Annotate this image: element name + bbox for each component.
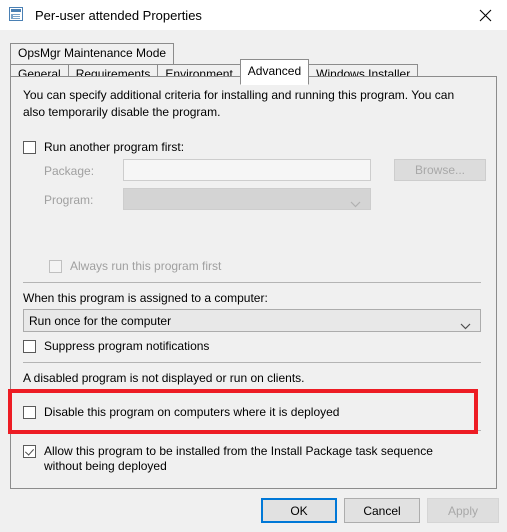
assigned-dropdown[interactable]: Run once for the computer [23,309,481,332]
ok-button[interactable]: OK [261,498,337,523]
always-run-first-checkbox[interactable]: Always run this program first [49,259,221,274]
title-bar: Per-user attended Properties [0,0,507,30]
checkbox-glyph [23,445,36,458]
disable-program-label: Disable this program on computers where … [44,405,340,419]
separator-3 [23,430,481,431]
assigned-label: When this program is assigned to a compu… [23,291,268,305]
disabled-program-note: A disabled program is not displayed or r… [23,371,305,385]
always-run-first-label: Always run this program first [70,259,222,273]
checkbox-glyph [23,406,36,419]
checkbox-glyph [23,141,36,154]
package-label: Package: [44,164,95,178]
assigned-dropdown-value: Run once for the computer [29,313,172,328]
run-another-program-first-checkbox[interactable]: Run another program first: [23,140,184,155]
advanced-description: You can specify additional criteria for … [23,88,455,119]
program-dropdown[interactable] [123,188,371,210]
apply-button[interactable]: Apply [427,498,499,523]
checkbox-glyph [23,340,36,353]
tab-advanced[interactable]: Advanced [239,59,310,85]
separator-2 [23,362,481,363]
allow-task-sequence-label: Allow this program to be installed from … [44,444,433,473]
chevron-down-icon [350,197,361,211]
window-title: Per-user attended Properties [35,7,202,23]
properties-window-icon [9,7,25,23]
chevron-down-icon [460,319,471,333]
checkbox-glyph [49,260,62,273]
run-another-program-first-label: Run another program first: [44,140,185,154]
close-icon[interactable] [463,0,507,30]
dialog-footer: OK Cancel Apply [0,496,507,532]
tab-row-top: OpsMgr Maintenance Mode [10,43,175,64]
suppress-notifications-checkbox[interactable]: Suppress program notifications [23,339,209,354]
dialog-body: OpsMgr Maintenance Mode General Requirem… [0,30,507,532]
suppress-notifications-label: Suppress program notifications [44,339,210,353]
disable-program-checkbox[interactable]: Disable this program on computers where … [23,405,339,420]
separator-1 [23,282,481,283]
advanced-tab-panel: You can specify additional criteria for … [10,76,497,489]
program-label: Program: [44,193,94,207]
package-input[interactable] [123,159,371,181]
allow-task-sequence-checkbox[interactable]: Allow this program to be installed from … [23,444,471,474]
tab-opsmgr-maintenance-mode[interactable]: OpsMgr Maintenance Mode [10,43,175,64]
browse-button[interactable]: Browse... [394,159,486,181]
cancel-button[interactable]: Cancel [344,498,420,523]
